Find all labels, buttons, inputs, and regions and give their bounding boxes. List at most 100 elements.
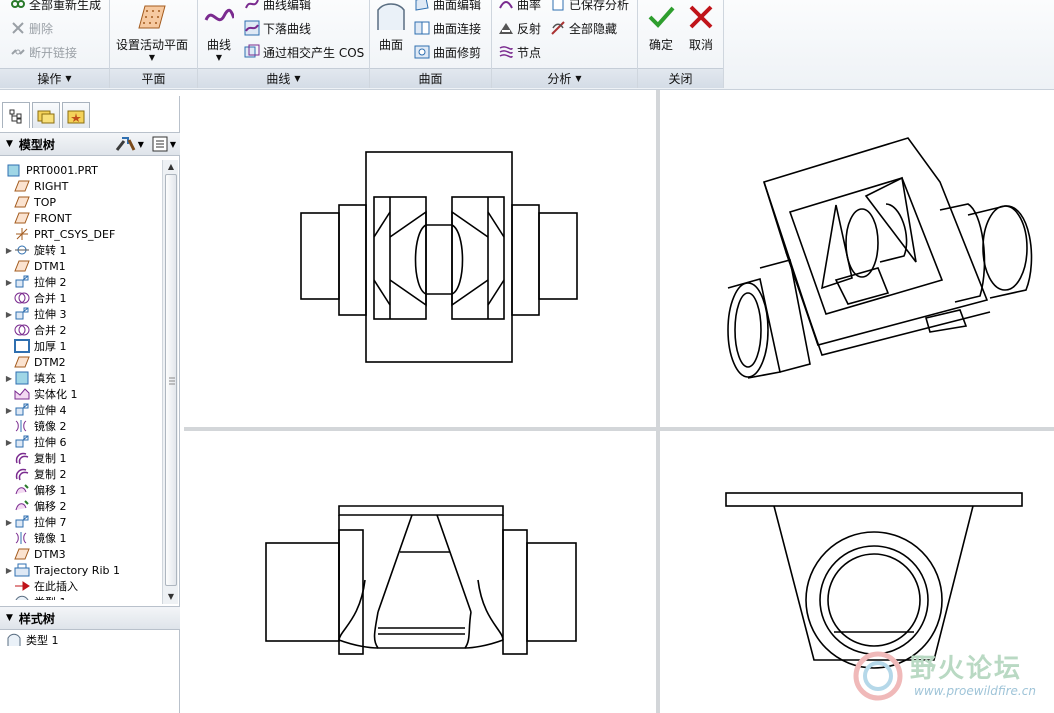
- tree-columns-icon[interactable]: [152, 136, 168, 152]
- expand-triangle-icon[interactable]: ▶: [4, 278, 14, 287]
- curve-edit-button[interactable]: 曲线编辑: [244, 0, 311, 14]
- tree-item[interactable]: DTM1: [4, 258, 66, 274]
- style-icon: [14, 595, 30, 600]
- tab-model-tree[interactable]: [2, 102, 30, 128]
- tree-item[interactable]: 镜像 1: [4, 530, 67, 546]
- tree-item[interactable]: ▶ 拉伸 7: [4, 514, 67, 530]
- dropdown-arrow-icon: ▼: [65, 74, 72, 83]
- delete-button[interactable]: 删除: [10, 18, 53, 38]
- curve-footer-label: 曲线: [266, 72, 291, 86]
- cancel-button[interactable]: 取消: [686, 2, 716, 53]
- cancel-label: 取消: [688, 38, 713, 52]
- hide-all-button[interactable]: 全部隐藏: [550, 18, 617, 38]
- tree-item[interactable]: RIGHT: [4, 178, 68, 194]
- surface-edit-button[interactable]: 曲面编辑: [414, 0, 481, 14]
- navigator-tabs: [2, 102, 92, 128]
- reflection-button[interactable]: 反射: [498, 18, 541, 38]
- tree-item[interactable]: 合并 2: [4, 322, 67, 338]
- tree-item[interactable]: 在此插入: [4, 578, 78, 594]
- style-tree-item[interactable]: 类型 1: [6, 632, 59, 648]
- delete-x-icon: [10, 20, 26, 36]
- plane-group-footer: 平面: [110, 68, 197, 88]
- expand-triangle-icon[interactable]: ▶: [4, 310, 14, 319]
- scroll-thumb[interactable]: [165, 174, 177, 586]
- tree-item[interactable]: ▶ 拉伸 4: [4, 402, 67, 418]
- operations-group-footer[interactable]: 操作 ▼: [0, 68, 109, 88]
- tree-item[interactable]: 偏移 2: [4, 498, 67, 514]
- tree-item[interactable]: 镜像 2: [4, 418, 67, 434]
- tree-item[interactable]: TOP: [4, 194, 56, 210]
- fill-icon: [14, 371, 30, 385]
- tree-item[interactable]: 偏移 1: [4, 482, 67, 498]
- tree-item[interactable]: DTM3: [4, 546, 66, 562]
- tree-item[interactable]: 复制 1: [4, 450, 67, 466]
- hide-all-label: 全部隐藏: [569, 21, 618, 36]
- group-operations: 全部重新生成 删除 断开链接 操作 ▼: [0, 0, 110, 88]
- merge-icon: [14, 323, 30, 337]
- tab-folder-browser[interactable]: [32, 102, 60, 128]
- dropdown-arrow-icon: ▼: [148, 53, 156, 62]
- surface-trim-button[interactable]: 曲面修剪: [414, 42, 481, 62]
- expand-triangle-icon[interactable]: ▶: [4, 246, 14, 255]
- expand-triangle-icon[interactable]: ▶: [4, 406, 14, 415]
- tree-item[interactable]: PRT0001.PRT: [4, 162, 98, 178]
- model-tree-header[interactable]: ▼ 模型树 ▼ ▼: [0, 132, 180, 156]
- dropdown-arrow-icon[interactable]: ▼: [170, 140, 176, 149]
- view-isometric[interactable]: [720, 135, 1040, 380]
- model-tree-icon: [9, 109, 22, 123]
- intersect-cos-icon: [244, 44, 260, 60]
- set-active-plane-button[interactable]: 设置活动平面 ▼: [116, 2, 188, 62]
- revolve-icon: [14, 243, 30, 257]
- scroll-down-icon[interactable]: ▼: [163, 590, 179, 604]
- model-tree-scrollbar[interactable]: ▲ ▼: [162, 160, 178, 604]
- offset-icon: [14, 483, 30, 497]
- tree-item-label: 拉伸 7: [34, 516, 67, 529]
- analysis-group-footer[interactable]: 分析 ▼: [492, 68, 637, 88]
- tree-item[interactable]: ▶ 填充 1: [4, 370, 67, 386]
- regenerate-icon: [10, 0, 26, 12]
- break-link-button[interactable]: 断开链接: [10, 42, 77, 62]
- expand-triangle-icon[interactable]: ▶: [4, 566, 14, 575]
- tree-item[interactable]: 实体化 1: [4, 386, 78, 402]
- curvature-button[interactable]: 曲率: [498, 0, 541, 14]
- style-tree-header[interactable]: ▼ 样式树: [0, 606, 180, 630]
- tree-item[interactable]: ▶ 拉伸 2: [4, 274, 67, 290]
- expand-triangle-icon[interactable]: ▶: [4, 374, 14, 383]
- set-active-plane-label: 设置活动平面: [116, 38, 189, 52]
- tree-item-label: 类型 1: [34, 594, 67, 600]
- intersect-cos-button[interactable]: 通过相交产生 COS: [244, 42, 364, 62]
- regenerate-all-button[interactable]: 全部重新生成: [10, 0, 101, 14]
- grip-icon: [169, 377, 175, 385]
- tab-favorites[interactable]: [62, 102, 90, 128]
- view-top[interactable]: [260, 500, 580, 660]
- saved-analysis-button[interactable]: 已保存分析: [550, 0, 629, 14]
- tree-item[interactable]: ▶ 旋转 1: [4, 242, 67, 258]
- tree-item[interactable]: ▶ 拉伸 6: [4, 434, 67, 450]
- intersect-cos-label: 通过相交产生 COS: [263, 45, 365, 60]
- tree-item-label: 实体化 1: [34, 388, 78, 401]
- surface-button[interactable]: 曲面: [376, 2, 406, 53]
- drop-curve-button[interactable]: 下落曲线: [244, 18, 311, 38]
- curve-button[interactable]: 曲线 ▼: [204, 2, 236, 62]
- tree-item[interactable]: 合并 1: [4, 290, 67, 306]
- surface-connect-button[interactable]: 曲面连接: [414, 18, 481, 38]
- curve-group-footer[interactable]: 曲线 ▼: [198, 68, 369, 88]
- tree-item[interactable]: ▶ Trajectory Rib 1: [4, 562, 120, 578]
- tree-settings-icon[interactable]: [114, 135, 136, 153]
- tree-item[interactable]: 复制 2: [4, 466, 67, 482]
- tree-item[interactable]: FRONT: [4, 210, 72, 226]
- tree-item[interactable]: ▶ 拉伸 3: [4, 306, 67, 322]
- expand-triangle-icon[interactable]: ▶: [4, 518, 14, 527]
- tree-item[interactable]: 类型 1: [4, 594, 67, 600]
- view-front[interactable]: [290, 145, 590, 375]
- tree-item[interactable]: 加厚 1: [4, 338, 67, 354]
- tree-item[interactable]: PRT_CSYS_DEF: [4, 226, 115, 242]
- dropdown-arrow-icon[interactable]: ▼: [138, 140, 144, 149]
- scroll-up-icon[interactable]: ▲: [163, 160, 179, 174]
- curve-edit-icon: [244, 0, 260, 12]
- tree-item-label: RIGHT: [34, 179, 69, 193]
- expand-triangle-icon[interactable]: ▶: [4, 438, 14, 447]
- tree-item[interactable]: DTM2: [4, 354, 66, 370]
- ok-button[interactable]: 确定: [646, 2, 676, 53]
- node-button[interactable]: 节点: [498, 42, 541, 62]
